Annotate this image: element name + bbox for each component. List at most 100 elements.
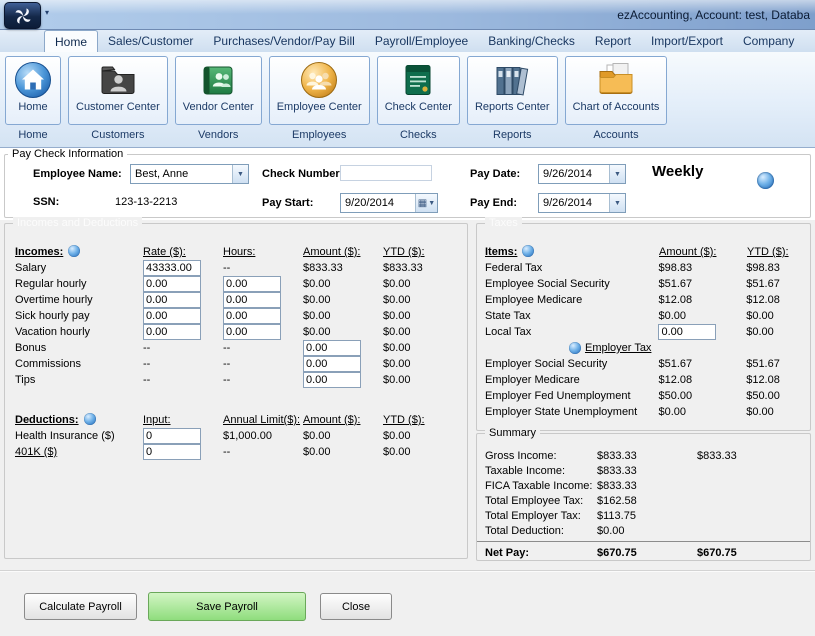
chart-of-accounts-button[interactable]: Chart of Accounts [565,56,668,125]
deduction-row-label[interactable]: 401K ($) [15,446,143,458]
health-insurance-input[interactable] [143,428,201,444]
save-payroll-button[interactable]: Save Payroll [148,592,306,621]
chevron-down-icon: ▼ [428,200,435,207]
help-globe-icon[interactable] [757,172,774,189]
cell-value: -- [223,446,303,458]
cell [143,292,223,308]
commissions-input[interactable] [303,356,361,372]
summary-row: Taxable Income:$833.33 [477,463,810,478]
employee-name-select[interactable]: Best, Anne ▼ [130,164,249,184]
cell-value: -- [223,342,303,354]
tab-purchases-vendor-pay-bill[interactable]: Purchases/Vendor/Pay Bill [203,30,364,52]
overtime-hourly-input[interactable] [223,292,281,308]
cell-value: $50.00 [658,390,746,402]
cell-value: $0.00 [383,294,455,306]
tab-help[interactable]: Help [804,30,815,52]
employee-center-button[interactable]: Employee Center [269,56,370,125]
summary-label: Total Employee Tax: [485,495,597,507]
incomes-header-items: Incomes: [15,245,143,258]
cell-value: $0.00 [746,406,810,418]
local-tax-input[interactable] [658,324,716,340]
cell [223,324,303,340]
ytd-header: YTD ($): [383,246,455,258]
tab-sales-customer[interactable]: Sales/Customer [98,30,203,52]
tips-input[interactable] [303,372,361,388]
chevron-down-icon[interactable]: ▼ [609,165,625,183]
check-number-input[interactable] [340,165,432,181]
employee-name-value: Best, Anne [131,168,232,180]
salary-input[interactable] [143,260,201,276]
ribbon-button-label: Vendor Center [183,101,254,113]
summary-value: $113.75 [597,510,697,522]
customer-center-button[interactable]: Customer Center [68,56,168,125]
tab-company[interactable]: Company [733,30,804,52]
ribbon-item-customers: Customer CenterCustomers [68,56,168,141]
ribbon-group-label: Checks [400,129,437,141]
check-number-label: Check Number: [262,168,343,180]
vacation-hourly-input[interactable] [143,324,201,340]
calendar-icon[interactable]: ▦▼ [415,194,437,212]
regular-hourly-input[interactable] [223,276,281,292]
tab-report[interactable]: Report [585,30,641,52]
cell [223,308,303,324]
cell-value: $0.00 [746,326,810,338]
chevron-down-icon[interactable]: ▼ [232,165,248,183]
vendor-center-button[interactable]: Vendor Center [175,56,262,125]
regular-hourly-input[interactable] [143,276,201,292]
cell-value: $0.00 [383,326,455,338]
bonus-input[interactable] [303,340,361,356]
summary-value: $670.75 [597,547,697,559]
cell-value: $0.00 [383,310,455,322]
vacation-hourly-input[interactable] [223,324,281,340]
pay-end-select[interactable]: 9/26/2014 ▼ [538,193,626,213]
cell-value: $833.33 [303,262,383,274]
help-globe-icon[interactable] [68,245,80,257]
summary-row: Total Employer Tax:$113.75 [477,508,810,523]
check-center-button[interactable]: Check Center [377,56,460,125]
tab-home[interactable]: Home [44,30,98,52]
hours-header: Hours: [223,246,303,258]
overtime-hourly-input[interactable] [143,292,201,308]
pinwheel-logo-icon [13,6,33,26]
ribbon-item-checks: Check Center Checks [377,56,460,141]
summary-section-title: Summary [485,427,540,439]
income-row-label: Bonus [15,342,143,354]
app-menu-button[interactable] [4,2,41,29]
summary-row: Net Pay:$670.75$670.75 [477,541,810,560]
ribbon-item-vendors: Vendor CenterVendors [175,56,262,141]
pay-end-label: Pay End: [470,197,517,209]
chevron-down-icon[interactable]: ▼ [609,194,625,212]
help-globe-icon[interactable] [569,342,581,354]
cell-value: $51.67 [746,278,810,290]
401k-input[interactable] [143,444,201,460]
pay-date-select[interactable]: 9/26/2014 ▼ [538,164,626,184]
menu-tab-bar: HomeSales/CustomerPurchases/Vendor/Pay B… [0,30,815,52]
app-menu-arrow-icon[interactable]: ▾ [45,8,49,17]
deduction-row: Health Insurance ($)$1,000.00$0.00$0.00 [5,428,467,444]
reports-center-button[interactable]: Reports Center [467,56,558,125]
sick-hourly-pay-input[interactable] [143,308,201,324]
cell-value: $12.08 [658,374,746,386]
amount-header: Amount ($): [303,246,383,258]
home-button[interactable]: Home [5,56,61,125]
income-row: Vacation hourly$0.00$0.00 [5,324,467,340]
sick-hourly-pay-input[interactable] [223,308,281,324]
close-button[interactable]: Close [320,593,392,620]
tax-row-label: State Tax [485,310,658,322]
tab-payroll-employee[interactable]: Payroll/Employee [365,30,478,52]
help-globe-icon[interactable] [522,245,534,257]
deductions-header-label: Deductions: [15,414,79,426]
amount-header: Amount ($): [303,414,383,426]
tab-banking-checks[interactable]: Banking/Checks [478,30,585,52]
help-globe-icon[interactable] [84,413,96,425]
cell-value: $833.33 [383,262,455,274]
cell-value: -- [223,358,303,370]
ssn-value: 123-13-2213 [115,196,177,208]
title-bar: ezAccounting, Account: test, Databa [0,0,815,30]
summary-label: Total Employer Tax: [485,510,597,522]
calculate-payroll-button[interactable]: Calculate Payroll [24,593,137,620]
amount-header: Amount ($): [659,246,747,258]
employer-tax-header: Employer Tax [477,340,810,356]
pay-start-datepicker[interactable]: 9/20/2014 ▦▼ [340,193,438,213]
tab-import-export[interactable]: Import/Export [641,30,733,52]
